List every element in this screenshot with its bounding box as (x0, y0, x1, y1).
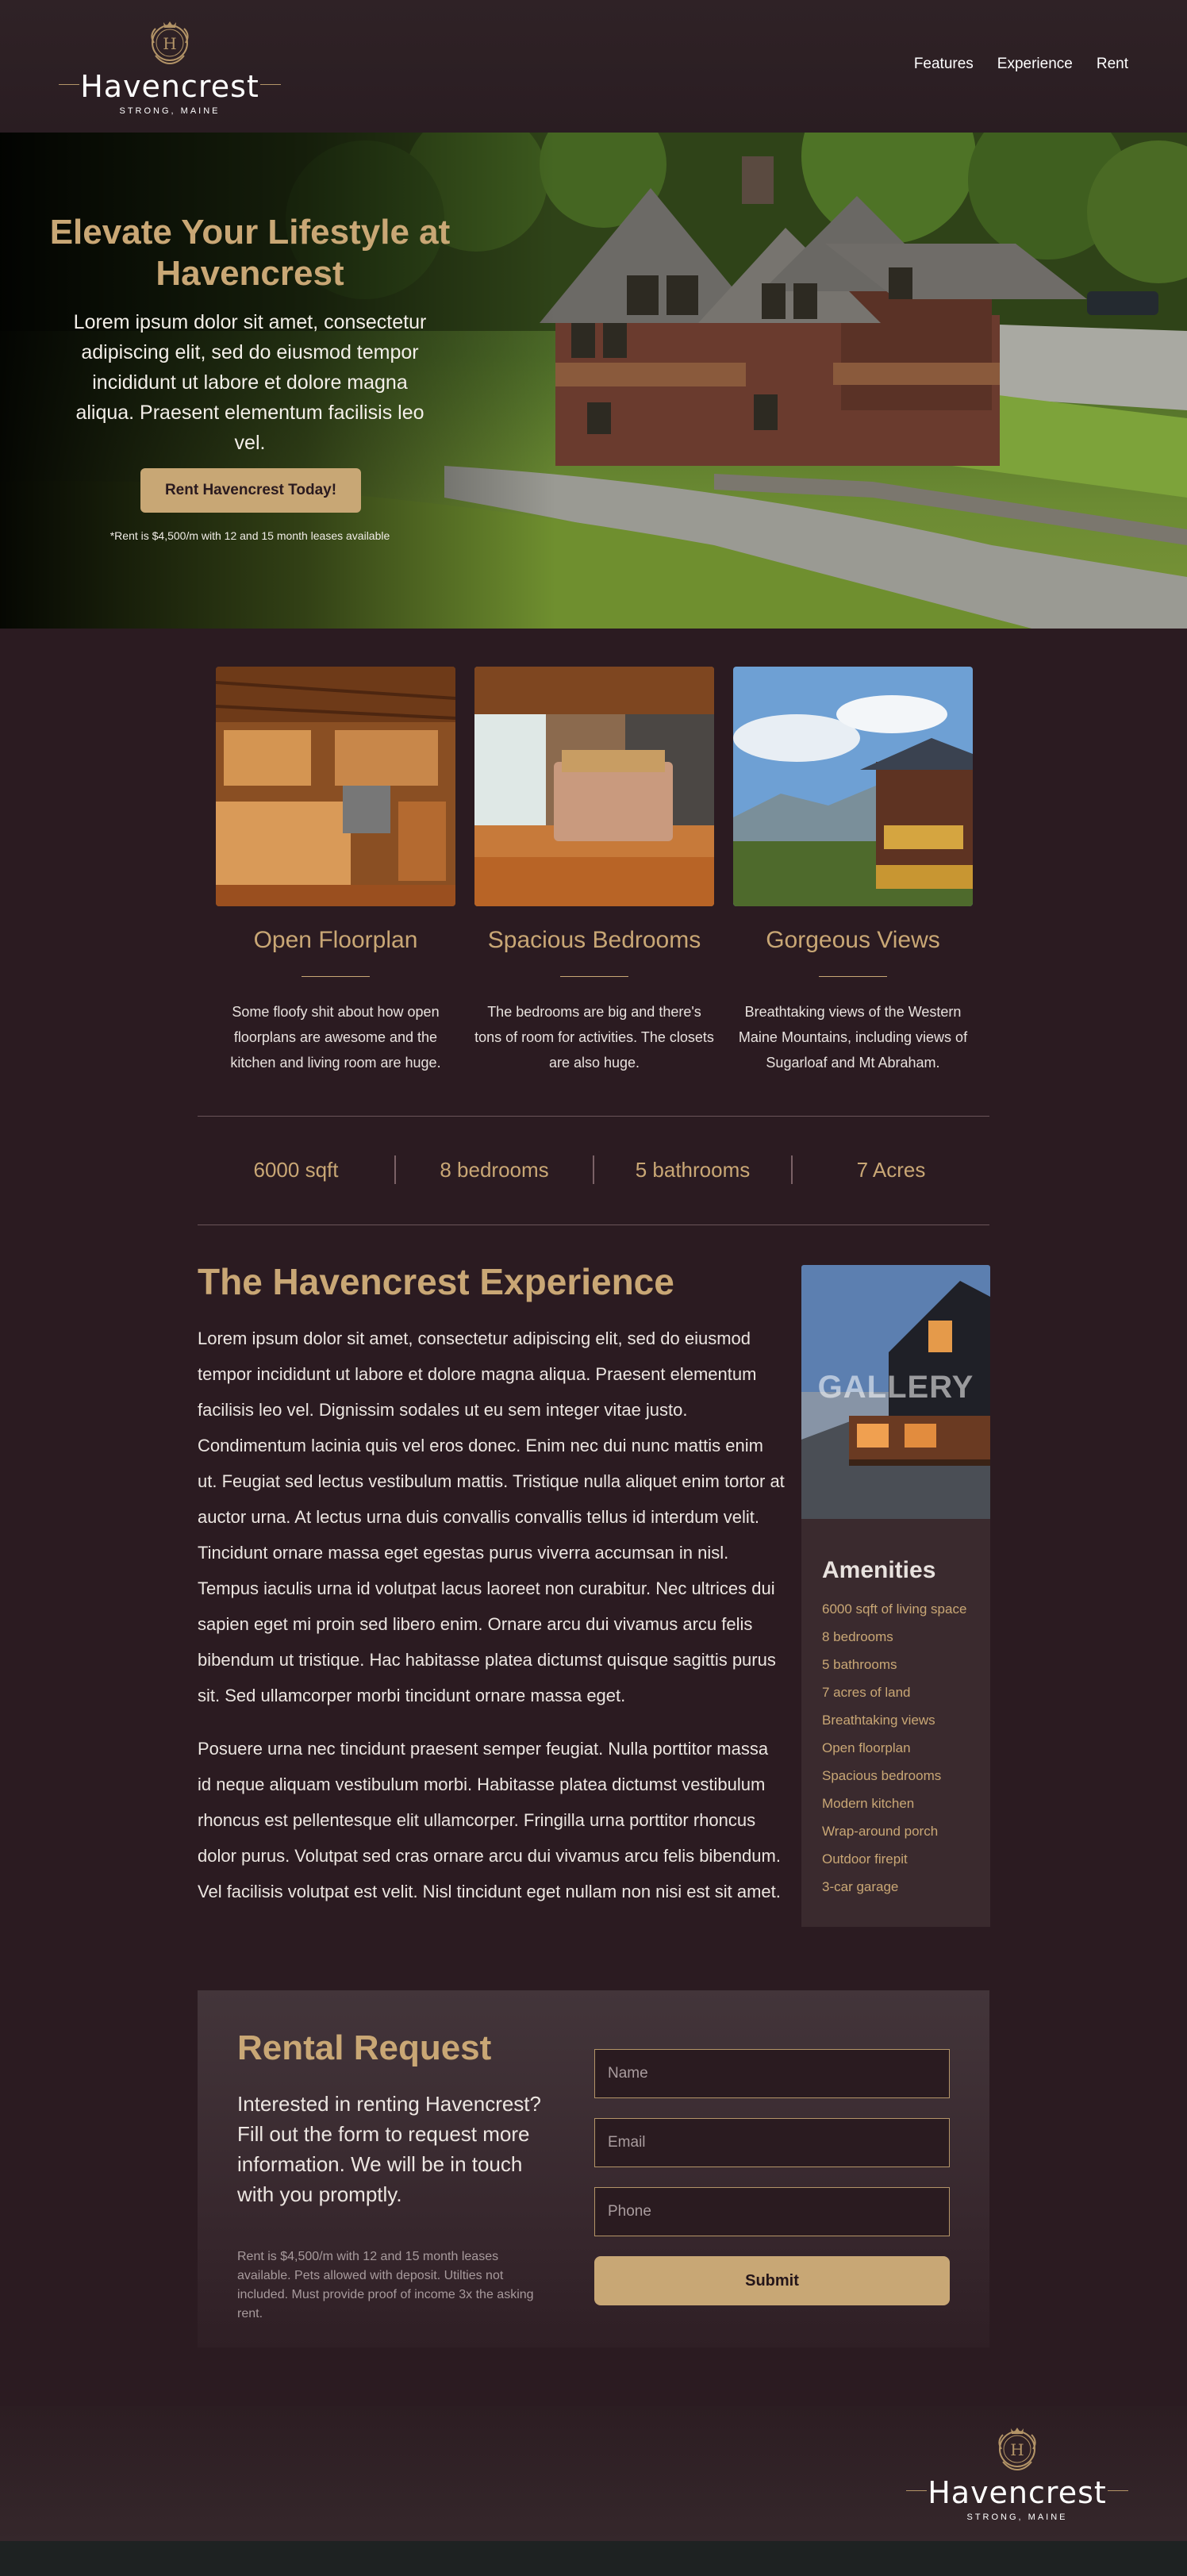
logo-divider-right (1108, 2490, 1128, 2491)
amenity-item: Spacious bedrooms (822, 1768, 942, 1783)
feature-title: Spacious Bedrooms (487, 927, 701, 953)
name-field[interactable] (594, 2049, 950, 2098)
experience-paragraph: Posuere urna nec tincidunt praesent semp… (198, 1739, 781, 1901)
feature-divider (302, 976, 370, 977)
porch-view-photo[interactable] (733, 667, 973, 906)
experience-body: Lorem ipsum dolor sit amet, consectetur … (198, 1321, 785, 1909)
gallery-link[interactable]: GALLERY (801, 1265, 990, 1519)
experience-paragraph: Lorem ipsum dolor sit amet, consectetur … (198, 1328, 785, 1705)
nav-experience[interactable]: Experience (997, 56, 1073, 73)
nav-features[interactable]: Features (914, 56, 974, 73)
amenity-item: 3-car garage (822, 1879, 899, 1894)
site-header: H Havencrest STRONG, MAINE Features Expe… (0, 0, 1187, 133)
feature-card-views: Gorgeous Views Breathtaking views of the… (733, 667, 973, 1075)
feature-card-bedrooms: Spacious Bedrooms The bedrooms are big a… (474, 667, 714, 1075)
logo-divider-left (906, 2490, 927, 2491)
amenity-item: 5 bathrooms (822, 1657, 897, 1672)
brand-tagline: STRONG, MAINE (966, 2513, 1068, 2522)
crest-icon: H (998, 2428, 1036, 2471)
nav-rent[interactable]: Rent (1097, 56, 1128, 73)
site-footer: H Havencrest STRONG, MAINE (0, 2406, 1187, 2541)
amenity-item: Modern kitchen (822, 1796, 915, 1811)
feature-card-floorplan: Open Floorplan Some floofy shit about ho… (216, 667, 455, 1075)
amenities-list: 6000 sqft of living space 8 bedrooms 5 b… (822, 1595, 970, 1901)
brand-name: Havencrest (928, 2475, 1107, 2510)
amenity-item: Open floorplan (822, 1740, 911, 1755)
svg-text:H: H (163, 34, 176, 53)
rental-intro: Interested in renting Havencrest? Fill o… (237, 2092, 541, 2206)
submit-button[interactable]: Submit (594, 2256, 950, 2305)
stat-acres: 7 Acres (791, 1155, 989, 1184)
crest-icon: H (151, 21, 189, 65)
phone-field[interactable] (594, 2187, 950, 2236)
feature-divider (560, 976, 628, 977)
amenity-item: 7 acres of land (822, 1685, 911, 1700)
feature-title: Gorgeous Views (766, 927, 940, 953)
brand-tagline: STRONG, MAINE (119, 106, 221, 116)
hero-title: Elevate Your Lifestyle at Havencrest (49, 213, 451, 293)
logo-divider-right (260, 84, 281, 85)
amenity-item: Wrap-around porch (822, 1824, 939, 1839)
email-field[interactable] (594, 2118, 950, 2167)
feature-text: Breathtaking views of the Western Maine … (738, 1004, 968, 1071)
amenities-panel: Amenities 6000 sqft of living space 8 be… (801, 1519, 990, 1927)
rental-title: Rental Request (237, 2028, 492, 2067)
hero-rent-note: *Rent is $4,500/m with 12 and 15 month l… (109, 529, 390, 542)
footer-logo[interactable]: H Havencrest STRONG, MAINE (906, 2425, 1128, 2522)
hero-section: Elevate Your Lifestyle at Havencrest Lor… (0, 133, 1187, 629)
kitchen-photo[interactable] (216, 667, 455, 906)
feature-text: Some floofy shit about how open floorpla… (230, 1004, 441, 1071)
main-nav: Features Experience Rent (914, 56, 1128, 73)
feature-text: The bedrooms are big and there's tons of… (474, 1004, 714, 1071)
stat-sqft: 6000 sqft (253, 1157, 339, 1182)
stat-bedrooms: 8 bedrooms (394, 1155, 593, 1184)
header-logo[interactable]: H Havencrest STRONG, MAINE (59, 19, 281, 116)
bottom-bar (0, 2541, 1187, 2576)
stats-top-divider (198, 1116, 989, 1117)
amenity-item: Breathtaking views (822, 1713, 935, 1728)
stat-bathrooms: 5 bathrooms (593, 1155, 791, 1184)
amenity-item: 6000 sqft of living space (822, 1601, 967, 1617)
experience-title: The Havencrest Experience (198, 1261, 674, 1302)
gallery-label: GALLERY (817, 1370, 974, 1405)
feature-divider (819, 976, 887, 977)
bedroom-photo[interactable] (474, 667, 714, 906)
rental-fine-print: Rent is $4,500/m with 12 and 15 month le… (237, 2250, 534, 2320)
brand-name: Havencrest (80, 69, 259, 104)
feature-title: Open Floorplan (253, 927, 418, 953)
logo-divider-left (59, 84, 79, 85)
hero-lead: Lorem ipsum dolor sit amet, consectetur … (73, 311, 427, 454)
amenities-title: Amenities (822, 1557, 936, 1583)
rent-today-button[interactable]: Rent Havencrest Today! (140, 468, 361, 513)
svg-text:H: H (1010, 2440, 1024, 2459)
rental-request-section: Rental Request Interested in renting Hav… (198, 1990, 989, 2347)
amenity-item: 8 bedrooms (822, 1629, 893, 1644)
property-stats: 6000 sqft 8 bedrooms 5 bathrooms 7 Acres (198, 1133, 989, 1206)
amenity-item: Outdoor firepit (822, 1851, 908, 1867)
